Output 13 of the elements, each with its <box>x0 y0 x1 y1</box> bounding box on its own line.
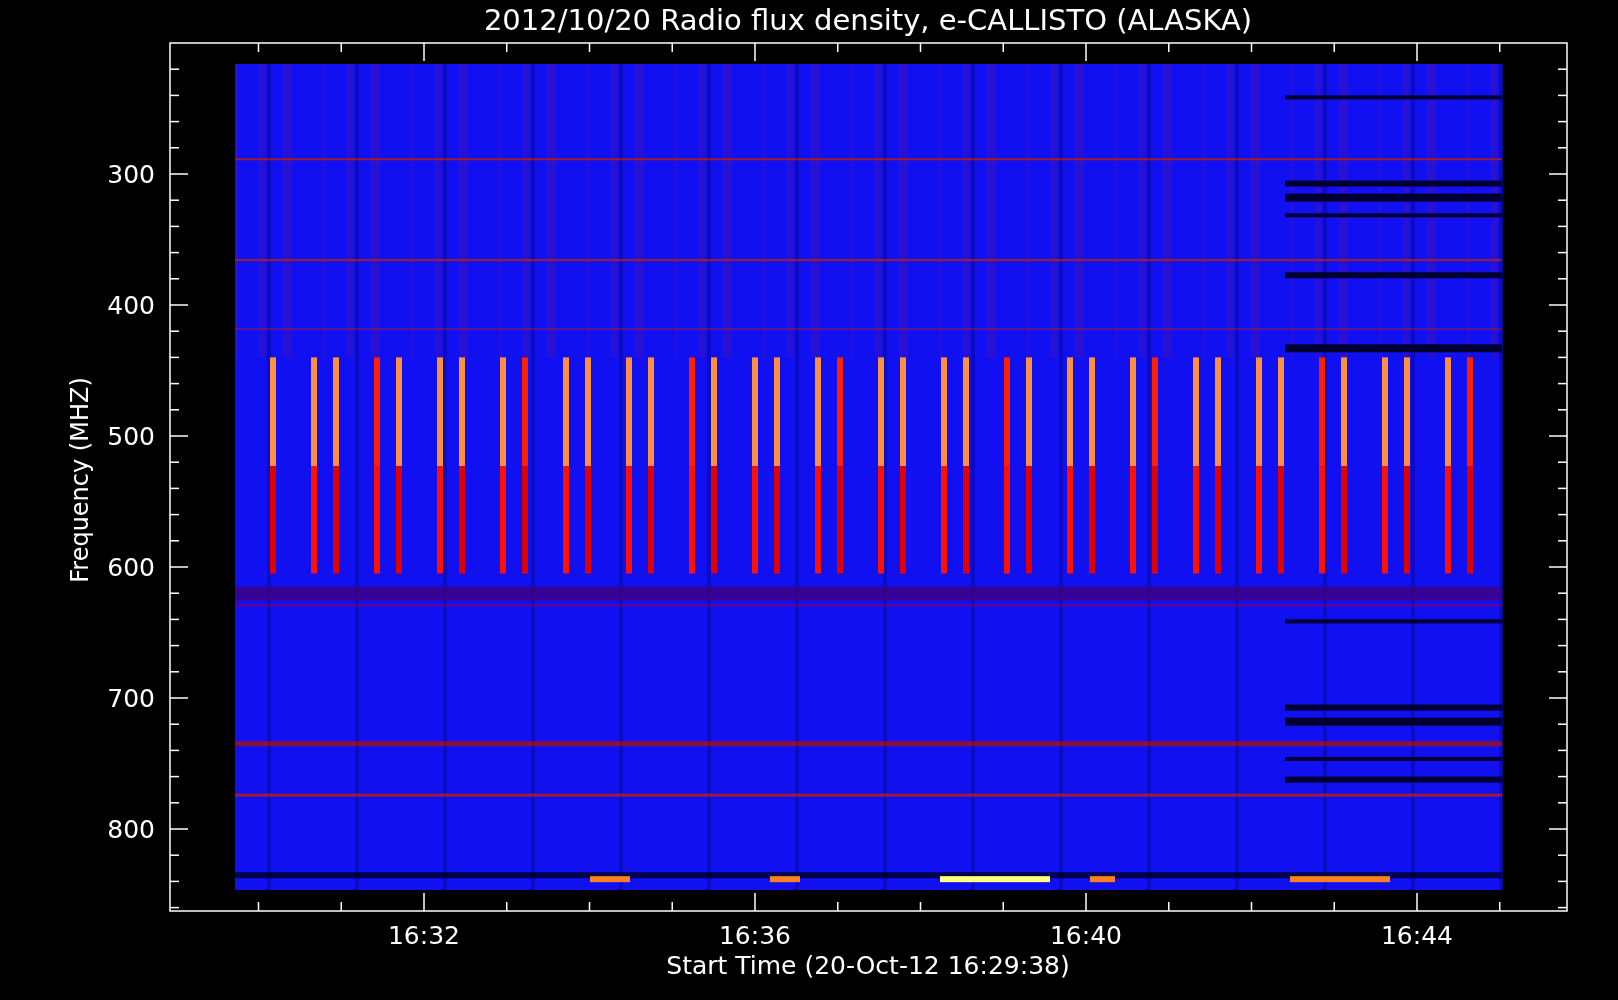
y-tick-label: 600 <box>107 553 155 582</box>
y-tick-label: 300 <box>107 160 155 189</box>
y-tick-label: 700 <box>107 684 155 713</box>
y-axis-label: Frequency (MHZ) <box>66 377 94 583</box>
x-axis-label: Start Time (20-Oct-12 16:29:38) <box>666 951 1070 980</box>
x-tick-label: 16:36 <box>719 921 791 950</box>
x-tick-label: 16:40 <box>1050 921 1122 950</box>
plot-title: 2012/10/20 Radio flux density, e-CALLISTO (ALASKA) <box>483 3 1253 37</box>
x-tick-label: 16:44 <box>1381 921 1453 950</box>
y-tick-label: 400 <box>107 291 155 320</box>
y-tick-label: 500 <box>107 422 155 451</box>
y-tick-label: 800 <box>107 815 155 844</box>
x-tick-label: 16:32 <box>388 921 460 950</box>
